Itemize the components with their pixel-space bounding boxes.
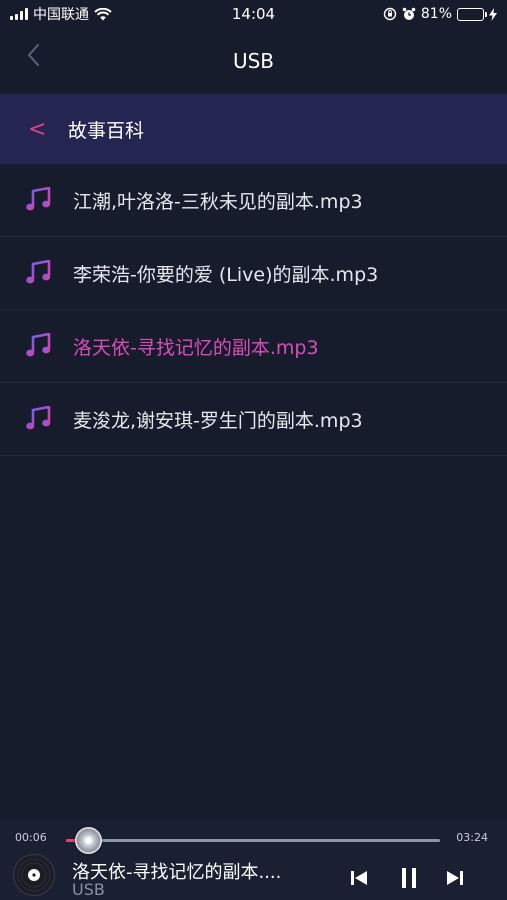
music-note-icon (26, 333, 51, 357)
now-playing-title: 洛天依-寻找记忆的副本.... (72, 862, 282, 883)
battery-icon (457, 7, 487, 21)
wifi-icon (94, 7, 112, 20)
status-right: 81% (383, 6, 497, 22)
back-button[interactable] (22, 42, 44, 68)
nav-bar: USB (0, 28, 507, 94)
charging-icon (489, 7, 497, 21)
status-bar: 中国联通 14:04 81% (0, 0, 507, 28)
battery-percent: 81% (420, 6, 452, 22)
page-title: USB (232, 49, 275, 73)
signal-icon (10, 8, 28, 20)
total-time: 03:24 (456, 831, 488, 844)
file-name: 洛天依-寻找记忆的副本.mp3 (73, 336, 319, 359)
carrier-label: 中国联通 (33, 7, 89, 23)
next-icon (447, 871, 463, 885)
file-list: 江潮,叶洛洛-三秋未见的副本.mp3 李荣浩-你要的爱 (Live)的副本.mp… (0, 164, 507, 456)
file-name: 江潮,叶洛洛-三秋未见的副本.mp3 (73, 190, 363, 213)
file-name: 麦浚龙,谢安琪-罗生门的副本.mp3 (73, 409, 363, 432)
folder-title: 故事百科 (68, 119, 145, 142)
file-row-active[interactable]: 洛天依-寻找记忆的副本.mp3 (0, 310, 507, 383)
previous-button[interactable] (344, 863, 374, 893)
orientation-lock-icon (383, 7, 397, 21)
file-name: 李荣浩-你要的爱 (Live)的副本.mp3 (73, 263, 379, 286)
music-note-icon (26, 260, 51, 284)
mini-player: 00:06 03:24 洛天依-寻找记忆的副本.... USB (0, 820, 507, 900)
chevron-left-icon (27, 44, 39, 66)
file-row[interactable]: 江潮,叶洛洛-三秋未见的副本.mp3 (0, 164, 507, 237)
current-time: 00:06 (15, 831, 47, 844)
status-left: 中国联通 (10, 4, 112, 24)
file-row[interactable]: 李荣浩-你要的爱 (Live)的副本.mp3 (0, 237, 507, 310)
pause-icon (402, 868, 416, 888)
folder-back-icon[interactable]: < (28, 117, 62, 142)
album-disc-icon[interactable] (13, 854, 55, 896)
file-row[interactable]: 麦浚龙,谢安琪-罗生门的副本.mp3 (0, 383, 507, 456)
music-note-icon (26, 406, 51, 430)
previous-icon (351, 871, 367, 885)
next-button[interactable] (440, 863, 470, 893)
progress-slider[interactable] (66, 827, 440, 854)
now-playing-source: USB (72, 880, 105, 899)
pause-button[interactable] (394, 863, 424, 893)
music-note-icon (26, 187, 51, 211)
alarm-icon (402, 7, 416, 20)
folder-header[interactable]: < 故事百科 (0, 94, 507, 164)
progress-knob[interactable] (75, 827, 103, 854)
